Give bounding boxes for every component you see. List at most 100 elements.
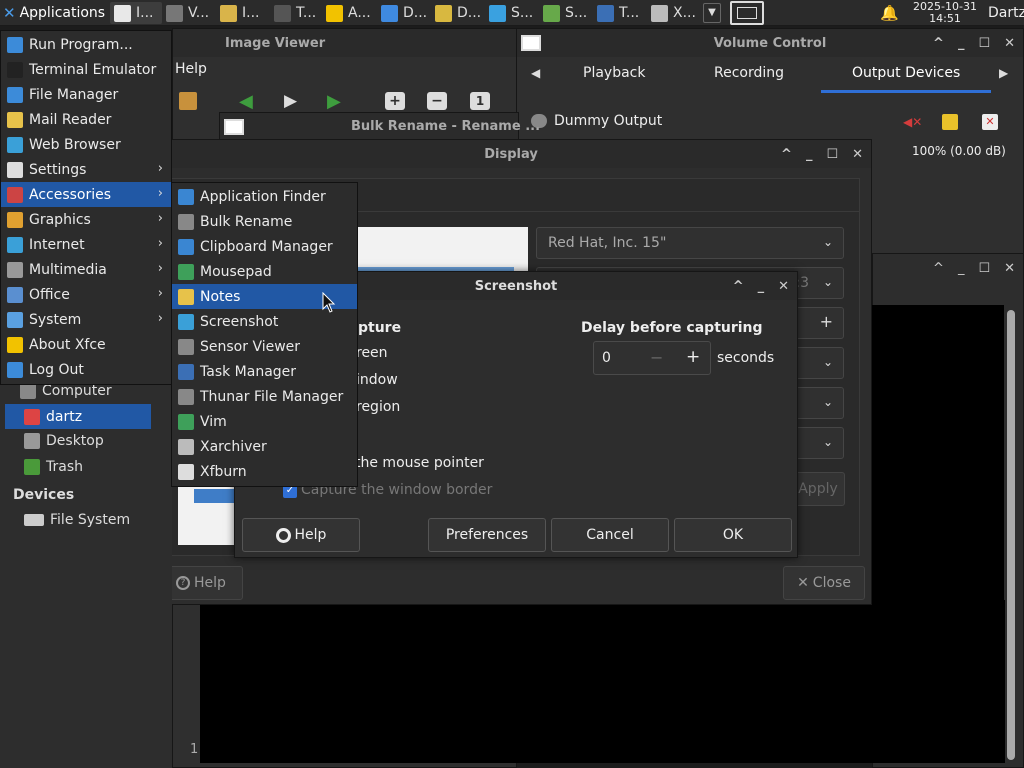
- accessories-item[interactable]: Vim: [172, 409, 357, 434]
- app-menu-item[interactable]: Accessories ›: [1, 182, 171, 207]
- edit-pencil-icon[interactable]: [179, 92, 197, 110]
- place-dartz[interactable]: dartz: [5, 404, 151, 429]
- active-window-option[interactable]: indow: [356, 372, 398, 388]
- window-minimize-icon[interactable]: _: [806, 147, 813, 162]
- tabs-scroll-right-icon[interactable]: ▶: [999, 66, 1008, 80]
- entire-screen-option[interactable]: reen: [356, 345, 388, 361]
- lock-icon[interactable]: [942, 114, 958, 130]
- accessories-item[interactable]: Sensor Viewer: [172, 334, 357, 359]
- app-menu-item[interactable]: File Manager: [1, 82, 171, 107]
- accessories-item[interactable]: Xarchiver: [172, 434, 357, 459]
- device-filesystem[interactable]: File System: [24, 512, 130, 528]
- task-button[interactable]: T...: [593, 2, 645, 24]
- task-button[interactable]: X...: [647, 2, 699, 24]
- disable-device-icon[interactable]: ✕: [982, 114, 998, 130]
- terminal-scrollbar[interactable]: [1007, 310, 1015, 760]
- app-menu-item[interactable]: Web Browser: [1, 132, 171, 157]
- window-minimize-icon[interactable]: _: [758, 279, 765, 294]
- task-button[interactable]: D...: [431, 2, 483, 24]
- ok-button[interactable]: OK: [674, 518, 792, 552]
- app-menu-item[interactable]: Mail Reader: [1, 107, 171, 132]
- task-button[interactable]: D...: [377, 2, 429, 24]
- app-menu-item[interactable]: Settings ›: [1, 157, 171, 182]
- clock[interactable]: 2025-10-31 14:51: [906, 0, 984, 26]
- app-menu-item[interactable]: Office ›: [1, 282, 171, 307]
- window-close-icon[interactable]: ✕: [1004, 36, 1015, 51]
- place-computer[interactable]: Computer: [20, 383, 112, 399]
- window-maximize-icon[interactable]: ☐: [978, 261, 990, 276]
- task-button[interactable]: S...: [485, 2, 537, 24]
- applications-menu-button[interactable]: ✕ Applications: [0, 0, 108, 26]
- task-button[interactable]: S...: [539, 2, 591, 24]
- window-minimize-icon[interactable]: _: [958, 261, 965, 276]
- graphics-icon: [7, 211, 23, 228]
- accessories-item[interactable]: Xfburn: [172, 459, 357, 484]
- task-button[interactable]: I...: [110, 2, 162, 24]
- app-menu-item[interactable]: Run Program...: [1, 32, 171, 57]
- display-titlebar[interactable]: Display ^ _ ☐ ✕: [151, 140, 871, 168]
- accessories-item[interactable]: Mousepad: [172, 259, 357, 284]
- tab-output-devices[interactable]: Output Devices: [852, 65, 960, 81]
- display-close-button[interactable]: ✕ Close: [783, 566, 865, 600]
- app-menu-item[interactable]: About Xfce: [1, 332, 171, 357]
- cancel-button[interactable]: Cancel: [551, 518, 669, 552]
- window-shade-icon[interactable]: ^: [733, 279, 744, 294]
- notification-bell-icon[interactable]: 🔔: [880, 4, 899, 22]
- play-icon[interactable]: ▶: [284, 91, 297, 111]
- delay-spinbox[interactable]: 0 − +: [593, 341, 711, 375]
- workspace-switcher-icon[interactable]: [730, 1, 764, 25]
- user-name[interactable]: Dartz: [988, 5, 1024, 21]
- zoom-in-icon[interactable]: +: [385, 92, 405, 110]
- app-menu-item[interactable]: Terminal Emulator: [1, 57, 171, 82]
- app-menu-item[interactable]: Internet ›: [1, 232, 171, 257]
- app-menu-item[interactable]: System ›: [1, 307, 171, 332]
- tab-recording[interactable]: Recording: [714, 65, 784, 81]
- window-maximize-icon[interactable]: ☐: [826, 147, 838, 162]
- disc-icon: [178, 463, 194, 480]
- window-maximize-icon[interactable]: ☐: [978, 36, 990, 51]
- window-close-icon[interactable]: ✕: [852, 147, 863, 162]
- tasklist-overflow-button[interactable]: ▼: [703, 3, 721, 23]
- help-button[interactable]: Help: [242, 518, 360, 552]
- mute-icon[interactable]: ◀✕: [903, 115, 922, 129]
- task-button[interactable]: V...: [162, 2, 214, 24]
- tab-playback[interactable]: Playback: [583, 65, 645, 81]
- task-button[interactable]: T...: [270, 2, 322, 24]
- app-menu-item[interactable]: Multimedia ›: [1, 257, 171, 282]
- menu-help[interactable]: Help: [175, 61, 207, 77]
- window-shade-icon[interactable]: ^: [933, 261, 944, 276]
- window-shade-icon[interactable]: ^: [933, 36, 944, 51]
- app-menu-item[interactable]: Graphics ›: [1, 207, 171, 232]
- globe-icon: [7, 136, 23, 153]
- window-shade-icon[interactable]: ^: [781, 147, 792, 162]
- tabs-scroll-left-icon[interactable]: ◀: [531, 66, 540, 80]
- app-menu-item[interactable]: Log Out: [1, 357, 171, 382]
- volume-titlebar[interactable]: Volume Control ^ _ ☐ ✕: [517, 29, 1023, 57]
- place-trash[interactable]: Trash: [24, 459, 83, 475]
- preferences-button[interactable]: Preferences: [428, 518, 546, 552]
- accessories-item[interactable]: Application Finder: [172, 184, 357, 209]
- accessories-item[interactable]: Thunar File Manager: [172, 384, 357, 409]
- capture-pointer-option[interactable]: the mouse pointer: [355, 455, 484, 471]
- monitor-select[interactable]: Red Hat, Inc. 15" ⌄: [536, 227, 844, 259]
- window-minimize-icon[interactable]: _: [958, 36, 965, 51]
- place-desktop[interactable]: Desktop: [24, 433, 104, 449]
- back-arrow-icon[interactable]: ◀: [239, 91, 253, 112]
- select-region-option[interactable]: region: [356, 399, 400, 415]
- accessories-item[interactable]: Bulk Rename: [172, 209, 357, 234]
- zoom-out-icon[interactable]: −: [427, 92, 447, 110]
- delay-value[interactable]: 0: [602, 350, 611, 366]
- accessories-item[interactable]: Clipboard Manager: [172, 234, 357, 259]
- window-close-icon[interactable]: ✕: [778, 279, 789, 294]
- task-button[interactable]: A...: [322, 2, 374, 24]
- apply-button[interactable]: Apply: [791, 472, 845, 506]
- accessories-item[interactable]: Task Manager: [172, 359, 357, 384]
- image-viewer-titlebar[interactable]: Image Viewer: [173, 29, 516, 57]
- increment-icon[interactable]: +: [686, 347, 700, 367]
- window-close-icon[interactable]: ✕: [1004, 261, 1015, 276]
- decrement-icon[interactable]: −: [650, 348, 663, 367]
- zoom-fit-icon[interactable]: 1: [470, 92, 490, 110]
- bulk-rename-title[interactable]: Bulk Rename - Rename ...: [351, 119, 540, 134]
- forward-arrow-icon[interactable]: ▶: [327, 91, 341, 112]
- task-button[interactable]: I...: [216, 2, 268, 24]
